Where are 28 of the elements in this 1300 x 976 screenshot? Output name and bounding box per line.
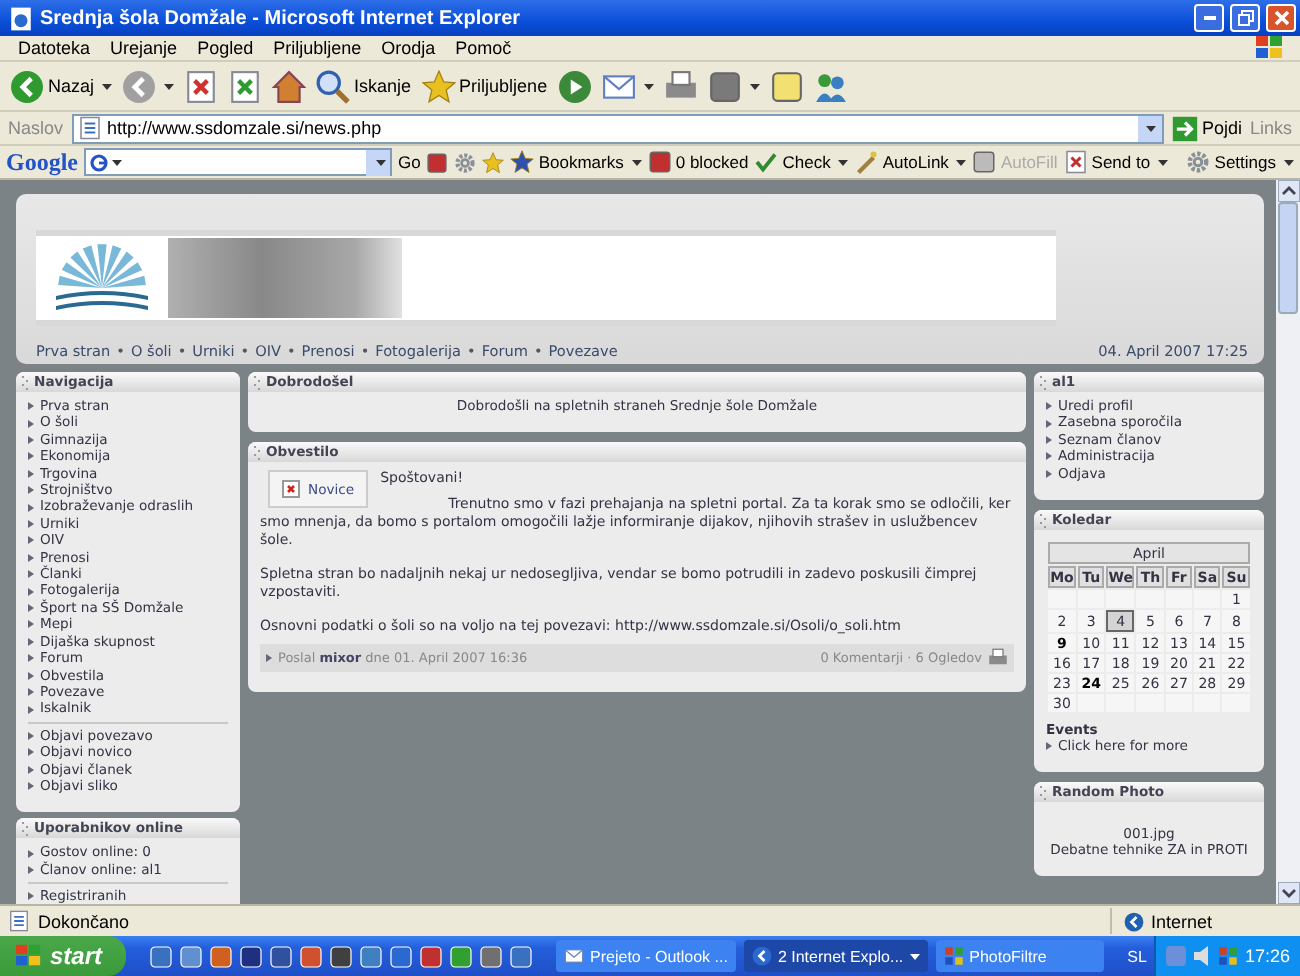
back-button[interactable]: Nazaj	[10, 69, 113, 103]
blocked-button[interactable]: 0 blocked	[647, 150, 749, 174]
menu-item[interactable]: Urejanje	[100, 36, 188, 60]
autolink-button[interactable]: AutoLink	[854, 150, 967, 174]
menu-item[interactable]: Pogled	[187, 36, 264, 60]
taskbar-button[interactable]: Prejeto - Outlook ...	[556, 940, 736, 972]
clock: 17:26	[1244, 946, 1290, 966]
sendto-button[interactable]: Send to	[1063, 150, 1169, 174]
zone-text: Internet	[1150, 911, 1212, 931]
status-text: Dokončano	[38, 911, 130, 931]
bookmarks-button[interactable]: Bookmarks	[510, 150, 642, 174]
go-button[interactable]: Pojdi	[1171, 115, 1242, 141]
address-field[interactable]: http://www.ssdomzale.si/news.php	[71, 113, 1164, 143]
language-indicator[interactable]: SL	[1127, 947, 1147, 965]
menu-item[interactable]: Priljubljene	[263, 36, 372, 60]
address-label: Naslov	[8, 118, 64, 138]
favorites-button[interactable]: Priljubljene	[421, 69, 548, 103]
taskbar-button[interactable]: 2 Internet Explo...	[743, 940, 928, 972]
menu-item[interactable]: Orodja	[371, 36, 446, 60]
google-logo: Google	[6, 147, 78, 177]
settings-button[interactable]: Settings	[1186, 150, 1294, 174]
menu-item[interactable]: Datoteka	[8, 36, 101, 60]
go-button[interactable]: Go	[398, 152, 421, 172]
search-button[interactable]: Iskanje	[316, 69, 412, 103]
menu-item[interactable]: Pomoč	[445, 36, 522, 60]
check-button[interactable]: Check	[754, 150, 849, 174]
taskbar-button[interactable]: PhotoFiltre	[935, 940, 1104, 972]
window-title: Srednja šola Domžale - Microsoft Internet Explorer	[40, 7, 521, 29]
